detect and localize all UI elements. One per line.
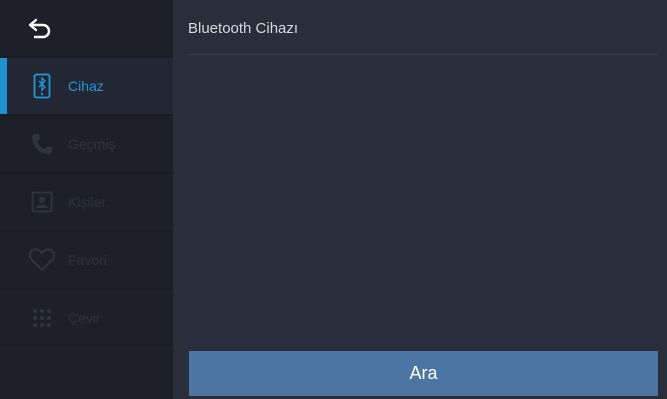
sidebar-item-cihaz[interactable]: Cihaz xyxy=(0,58,173,114)
heart-icon xyxy=(29,247,55,273)
divider xyxy=(0,344,173,346)
sidebar-item-gecmis[interactable]: Geçmiş xyxy=(0,116,173,172)
title-divider xyxy=(188,54,657,55)
back-arrow-icon xyxy=(28,18,51,39)
sidebar-item-label: Geçmiş xyxy=(68,136,116,152)
back-button[interactable] xyxy=(0,0,173,58)
contact-icon xyxy=(29,189,55,215)
sidebar: Cihaz Geçmiş Kişiler Favori Çevir xyxy=(0,0,173,399)
sidebar-item-label: Kişiler xyxy=(68,194,107,210)
sidebar-item-kisiler[interactable]: Kişiler xyxy=(0,174,173,230)
sidebar-item-label: Cihaz xyxy=(68,78,104,94)
dialpad-icon xyxy=(29,305,55,331)
bluetooth-phone-icon xyxy=(29,73,55,99)
search-button[interactable]: Ara xyxy=(189,351,658,396)
phone-icon xyxy=(29,131,55,157)
sidebar-item-label: Favori xyxy=(68,252,107,268)
sidebar-item-cevir[interactable]: Çevir xyxy=(0,290,173,346)
sidebar-item-label: Çevir xyxy=(68,310,101,326)
page-title: Bluetooth Cihazı xyxy=(188,20,299,37)
sidebar-item-favori[interactable]: Favori xyxy=(0,232,173,288)
